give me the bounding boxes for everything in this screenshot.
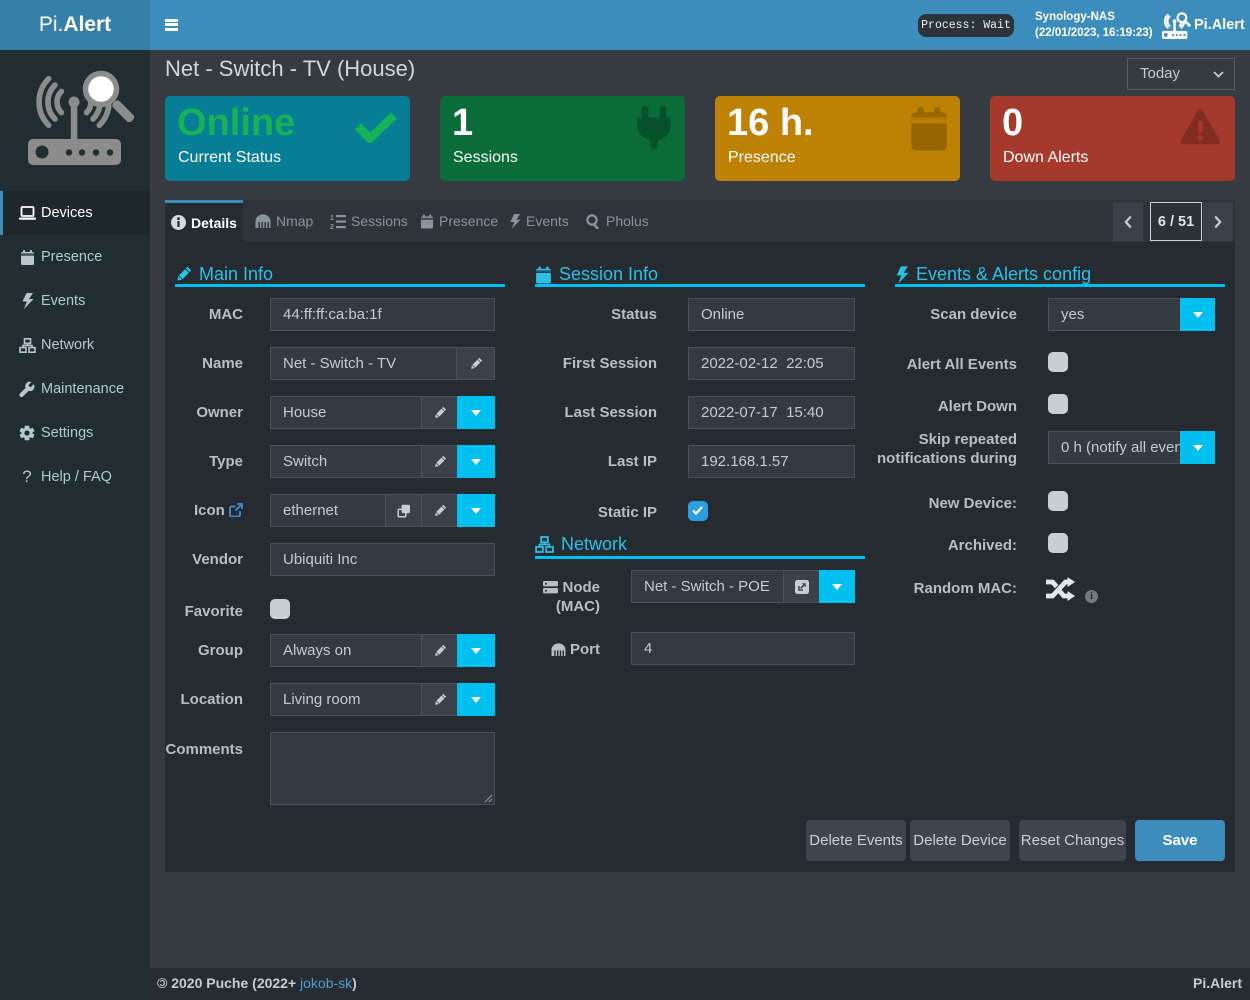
svg-text:1: 1	[330, 215, 334, 222]
svg-text:2: 2	[330, 224, 334, 229]
